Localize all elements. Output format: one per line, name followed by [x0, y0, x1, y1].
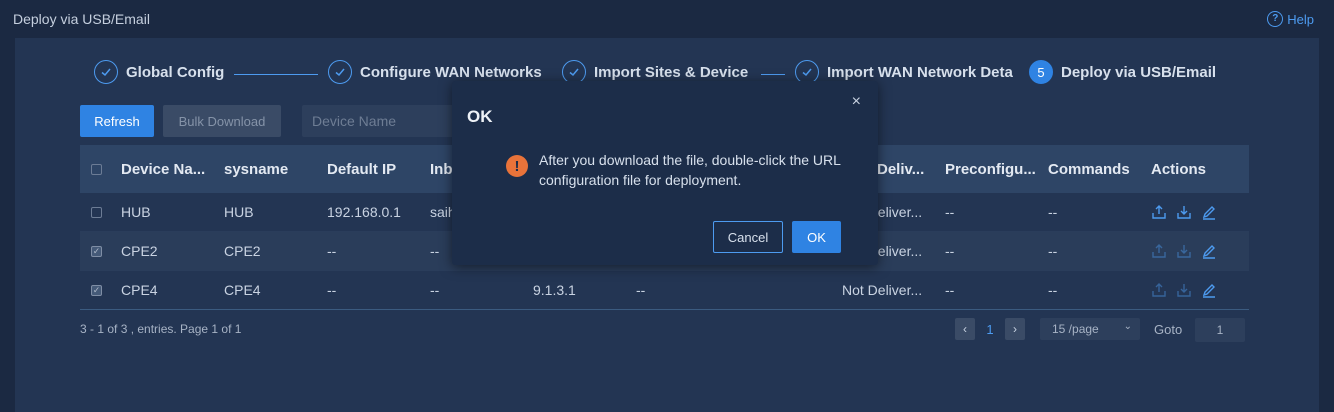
- page-size-value: 15 /page: [1052, 322, 1099, 336]
- warning-icon: !: [506, 155, 528, 177]
- dialog-message: After you download the file, double-clic…: [539, 152, 841, 188]
- step-connector: [761, 74, 785, 75]
- edit-icon[interactable]: [1201, 243, 1217, 259]
- next-page-button[interactable]: ›: [1005, 318, 1025, 340]
- edit-icon[interactable]: [1201, 204, 1217, 220]
- cell-default-ip: 192.168.0.1: [327, 204, 401, 220]
- check-icon: [94, 60, 118, 84]
- column-sysname[interactable]: sysname: [224, 145, 288, 193]
- cell-actions: [1151, 271, 1217, 309]
- cell-ip: 9.1.3.1: [533, 282, 576, 298]
- current-page[interactable]: 1: [983, 318, 997, 340]
- upload-icon[interactable]: [1151, 243, 1167, 259]
- cell-preconfig: --: [945, 204, 955, 220]
- page-size-select[interactable]: 15 /page ⌄: [1040, 318, 1140, 340]
- column-inb[interactable]: Inb: [430, 145, 453, 193]
- help-link[interactable]: ? Help: [1267, 11, 1314, 27]
- confirm-dialog: OK × ! After you download the file, doub…: [452, 81, 878, 265]
- cell-device: HUB: [121, 204, 151, 220]
- cancel-button[interactable]: Cancel: [713, 221, 783, 253]
- goto-page-input[interactable]: [1195, 318, 1245, 342]
- dialog-title: OK: [467, 107, 493, 126]
- column-delivery[interactable]: Deliv...: [877, 145, 924, 193]
- column-commands[interactable]: Commands: [1048, 145, 1130, 193]
- cell-actions: [1151, 232, 1217, 270]
- step-label: Import WAN Network Deta: [827, 63, 1013, 81]
- edit-icon[interactable]: [1201, 282, 1217, 298]
- step-connector: [234, 74, 318, 75]
- cell-inb: --: [430, 282, 440, 298]
- row-checkbox[interactable]: ✓: [91, 271, 102, 309]
- step-global-config[interactable]: Global Config: [94, 58, 224, 86]
- check-icon: [328, 60, 352, 84]
- cell-inb: --: [430, 243, 440, 259]
- cell-sysname: CPE2: [224, 243, 261, 259]
- goto-label: Goto: [1154, 322, 1183, 337]
- step-label: Global Config: [126, 63, 225, 81]
- column-default-ip[interactable]: Default IP: [327, 145, 396, 193]
- bulk-download-button[interactable]: Bulk Download: [163, 105, 281, 137]
- cell-commands: --: [1048, 282, 1058, 298]
- table-row: ✓ CPE4 CPE4 -- -- 9.1.3.1 -- Not Deliver…: [80, 271, 1249, 310]
- help-label: Help: [1287, 11, 1314, 27]
- top-bar: Deploy via USB/Email ? Help: [0, 0, 1334, 38]
- download-icon[interactable]: [1176, 282, 1192, 298]
- step-deploy[interactable]: 5 Deploy via USB/Email: [1029, 58, 1216, 86]
- cell-sysname: HUB: [224, 204, 254, 220]
- cell-commands: --: [1048, 204, 1058, 220]
- ok-button[interactable]: OK: [792, 221, 841, 253]
- cell-sysname: CPE4: [224, 282, 261, 298]
- pagination-summary: 3 - 1 of 3 , entries. Page 1 of 1: [80, 322, 242, 336]
- prev-page-button[interactable]: ‹: [955, 318, 975, 340]
- cell-extra: --: [636, 282, 646, 298]
- column-actions: Actions: [1151, 160, 1207, 178]
- cell-actions: [1151, 193, 1217, 231]
- column-device-name[interactable]: Device Na...: [121, 145, 217, 193]
- step-label: Deploy via USB/Email: [1061, 63, 1217, 81]
- column-preconfig[interactable]: Preconfigu...: [945, 145, 1041, 193]
- select-all-checkbox[interactable]: [91, 145, 102, 193]
- step-number: 5: [1029, 60, 1053, 84]
- cell-default-ip: --: [327, 243, 337, 259]
- cell-delivery: Not Deliver...: [842, 282, 923, 298]
- cell-default-ip: --: [327, 282, 337, 298]
- chevron-down-icon: ⌄: [1123, 321, 1132, 332]
- cell-commands: --: [1048, 243, 1058, 259]
- upload-icon[interactable]: [1151, 282, 1167, 298]
- cell-device: CPE2: [121, 243, 158, 259]
- row-checkbox[interactable]: ✓: [91, 232, 102, 270]
- page-title: Deploy via USB/Email: [13, 11, 150, 27]
- close-icon[interactable]: ×: [852, 93, 861, 111]
- cell-device: CPE4: [121, 282, 158, 298]
- refresh-button[interactable]: Refresh: [80, 105, 154, 137]
- cell-preconfig: --: [945, 282, 955, 298]
- step-label: Import Sites & Device: [594, 63, 749, 81]
- device-name-search-input[interactable]: [302, 105, 462, 137]
- download-icon[interactable]: [1176, 243, 1192, 259]
- download-icon[interactable]: [1176, 204, 1192, 220]
- upload-icon[interactable]: [1151, 204, 1167, 220]
- row-checkbox[interactable]: [91, 193, 102, 231]
- help-icon: ?: [1267, 11, 1284, 27]
- cell-preconfig: --: [945, 243, 955, 259]
- step-label: Configure WAN Networks: [360, 63, 542, 81]
